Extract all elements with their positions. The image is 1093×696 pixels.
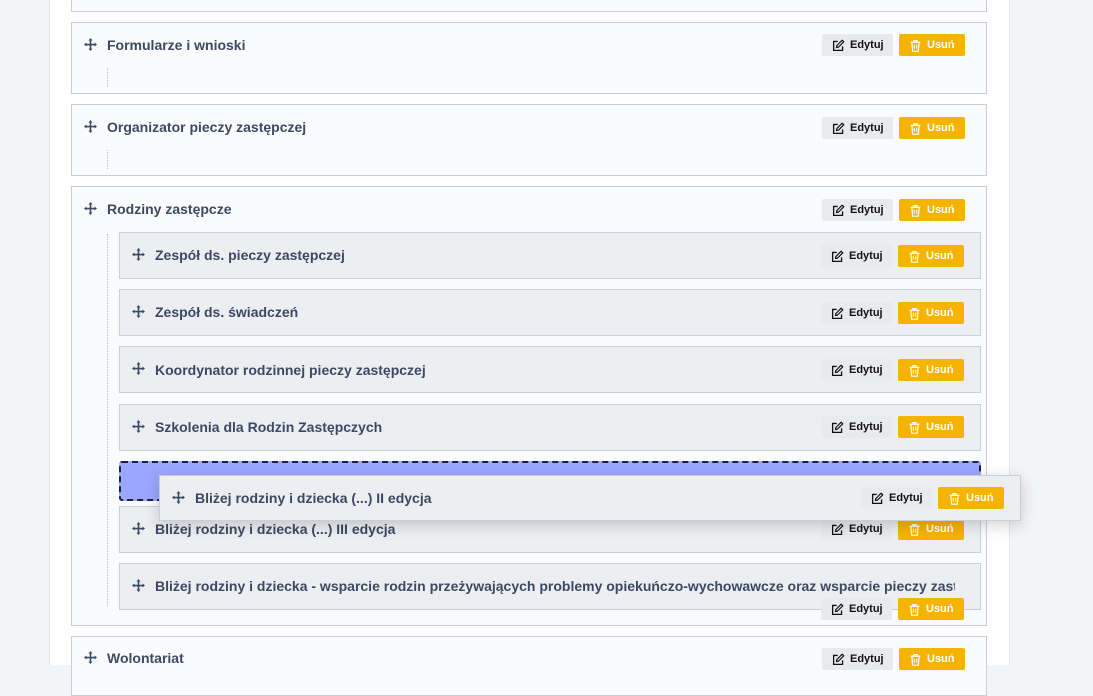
edit-pencil-icon [831,364,844,377]
trash-icon [909,39,922,52]
dragged-item-title: Bliżej rodziny i dziecka (...) II edycja [195,490,432,506]
edit-pencil-icon [832,653,845,666]
edit-button[interactable]: Edytuj [861,487,932,509]
edit-button-label: Edytuj [850,122,884,134]
move-arrows-icon[interactable] [132,420,145,433]
menu-item-organizator[interactable] [71,104,987,176]
trash-icon [948,492,961,505]
delete-button[interactable]: Usuń [898,245,964,267]
move-arrows-icon[interactable] [84,651,97,664]
delete-button[interactable]: Usuń [899,34,965,56]
submenu-item-title: Bliżej rodziny i dziecka (...) III edycj… [155,521,396,537]
move-arrows-icon[interactable] [172,491,185,504]
edit-pencil-icon [832,122,845,135]
trash-icon [909,204,922,217]
edit-pencil-icon [832,39,845,52]
trash-icon [908,250,921,263]
menu-item-title: Organizator pieczy zastępczej [107,119,307,135]
delete-button[interactable]: Usuń [898,598,964,620]
submenu-item-title: Zespół ds. pieczy zastępczej [155,247,345,263]
edit-button[interactable]: Edytuj [822,117,893,139]
edit-button-label: Edytuj [849,307,883,319]
move-arrows-icon[interactable] [84,202,97,215]
edit-pencil-icon [831,421,844,434]
trash-icon [908,523,921,536]
children-tree-line [107,234,108,606]
submenu-item-title: Koordynator rodzinnej pieczy zastępczej [155,362,426,378]
children-drop-zone [107,68,108,87]
delete-button-label: Usuń [926,523,954,535]
submenu-item-title: Zespół ds. świadczeń [155,304,299,320]
edit-button[interactable]: Edytuj [821,416,892,438]
delete-button-label: Usuń [927,204,955,216]
submenu-item-title: Szkolenia dla Rodzin Zastępczych [155,419,383,435]
move-arrows-icon[interactable] [84,38,97,51]
menu-item-title: Formularze i wnioski [107,37,246,53]
children-drop-zone [107,150,108,169]
delete-button[interactable]: Usuń [899,648,965,670]
edit-pencil-icon [871,492,884,505]
trash-icon [909,122,922,135]
menu-item-title: Wolontariat [107,650,184,666]
edit-pencil-icon [832,204,845,217]
delete-button-label: Usuń [926,603,954,615]
move-arrows-icon[interactable] [132,522,145,535]
edit-button-label: Edytuj [850,653,884,665]
edit-button[interactable]: Edytuj [821,518,892,540]
trash-icon [908,364,921,377]
edit-button[interactable]: Edytuj [821,302,892,324]
edit-button[interactable]: Edytuj [821,245,892,267]
edit-pencil-icon [831,603,844,616]
trash-icon [908,603,921,616]
menu-item-title: Rodziny zastępcze [107,201,232,217]
edit-button-label: Edytuj [849,364,883,376]
move-arrows-icon[interactable] [132,579,145,592]
edit-button[interactable]: Edytuj [821,359,892,381]
delete-button[interactable]: Usuń [899,117,965,139]
delete-button[interactable]: Usuń [898,518,964,540]
edit-button-label: Edytuj [850,39,884,51]
menu-item-previous [71,0,987,12]
trash-icon [908,307,921,320]
edit-button[interactable]: Edytuj [821,598,892,620]
delete-button-label: Usuń [926,421,954,433]
delete-button[interactable]: Usuń [898,302,964,324]
move-arrows-icon[interactable] [84,120,97,133]
delete-button-label: Usuń [927,653,955,665]
delete-button-label: Usuń [926,250,954,262]
move-arrows-icon[interactable] [132,305,145,318]
edit-button[interactable]: Edytuj [822,199,893,221]
delete-button-label: Usuń [926,307,954,319]
edit-pencil-icon [831,523,844,536]
submenu-item-title: Bliżej rodziny i dziecka - wsparcie rodz… [155,578,955,594]
delete-button[interactable]: Usuń [899,199,965,221]
edit-button-label: Edytuj [849,603,883,615]
menu-item-formularze[interactable] [71,22,987,94]
delete-button[interactable]: Usuń [938,487,1004,509]
move-arrows-icon[interactable] [132,248,145,261]
edit-button[interactable]: Edytuj [822,34,893,56]
delete-button-label: Usuń [927,39,955,51]
trash-icon [908,421,921,434]
edit-button[interactable]: Edytuj [822,648,893,670]
edit-button-label: Edytuj [849,523,883,535]
edit-button-label: Edytuj [849,250,883,262]
edit-pencil-icon [831,250,844,263]
delete-button-label: Usuń [966,492,994,504]
delete-button-label: Usuń [927,122,955,134]
edit-button-label: Edytuj [849,421,883,433]
delete-button-label: Usuń [926,364,954,376]
edit-button-label: Edytuj [850,204,884,216]
trash-icon [909,653,922,666]
move-arrows-icon[interactable] [132,362,145,375]
delete-button[interactable]: Usuń [898,416,964,438]
delete-button[interactable]: Usuń [898,359,964,381]
edit-pencil-icon [831,307,844,320]
edit-button-label: Edytuj [889,492,923,504]
